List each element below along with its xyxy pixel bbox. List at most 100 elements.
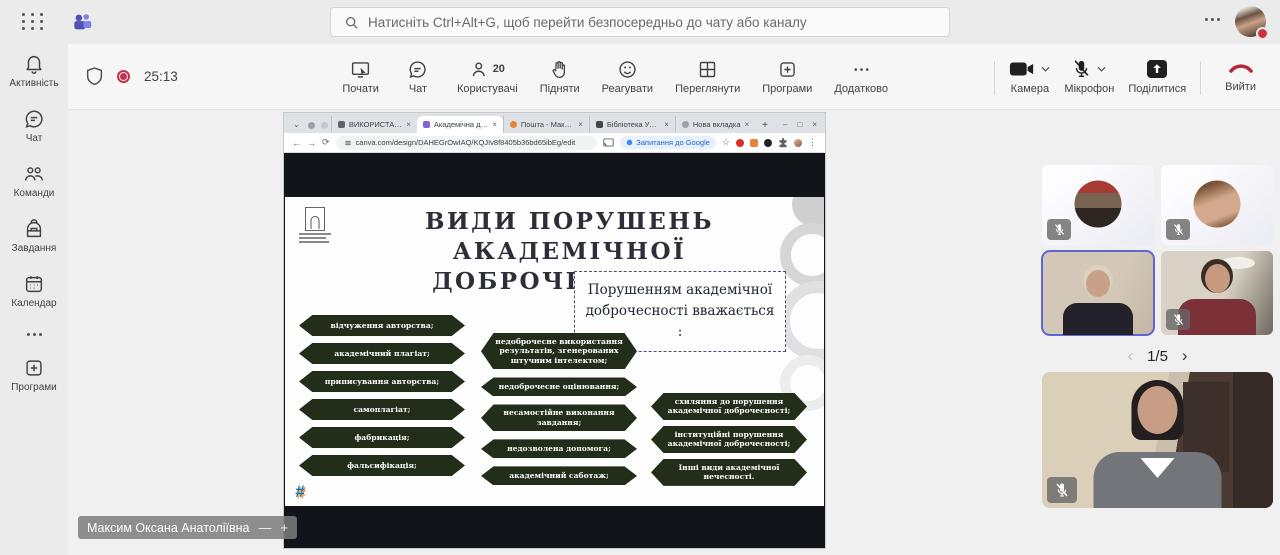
tab-close-icon[interactable]: × [745, 120, 750, 129]
window-minimize-button[interactable]: – [783, 120, 787, 129]
browser-icon-tab[interactable] [318, 117, 331, 133]
browser-profile-avatar[interactable] [794, 139, 802, 147]
participant-tile-speaking[interactable] [1042, 251, 1154, 335]
sidebar-item-activity[interactable]: Активність [0, 44, 68, 99]
browser-url-bar: ← → ⟳ canva.com/design/DAHEGrOwIAQ/KQJIv… [284, 133, 825, 153]
divider [994, 61, 995, 95]
pagination-prev-icon[interactable]: ‹ [1127, 346, 1133, 366]
participant-tile-avatar-2[interactable] [1161, 165, 1273, 245]
apps-button[interactable]: Програми [762, 59, 812, 95]
bookmark-star-icon[interactable]: ☆ [722, 137, 730, 148]
address-input[interactable]: canva.com/design/DAHEGrOwIAQ/KQJIv8f8405… [336, 136, 598, 150]
participants-button[interactable]: 20 Користувачі [457, 59, 518, 95]
topbar-more-icon[interactable] [1205, 18, 1220, 21]
browser-tab[interactable]: ВИКОРИСТАННЯ × [331, 116, 417, 133]
participants-count-badge: 20 [493, 63, 505, 75]
sidebar-item-apps[interactable]: Програми [0, 348, 68, 403]
raise-hand-button[interactable]: Підняти [540, 59, 580, 95]
user-avatar[interactable] [1235, 6, 1266, 37]
sidebar-item-chat[interactable]: Чат [0, 99, 68, 154]
participant-tile-large[interactable] [1042, 372, 1273, 508]
tab-title: Нова вкладка [693, 120, 741, 129]
extension-icon-red[interactable] [736, 139, 744, 147]
person-icon [470, 59, 491, 80]
start-presenting-button[interactable]: Почати [342, 59, 379, 95]
presentation-slide: ВИДИ ПОРУШЕНЬ АКАДЕМІЧНОЇ ДОБРОЧЕСНОСТІ … [285, 197, 824, 506]
button-label: Вийти [1225, 81, 1256, 93]
violation-banner: недозволена допомога; [481, 439, 637, 458]
tab-title: Пошта - Максим О [521, 120, 574, 129]
presence-busy-badge [1256, 27, 1269, 40]
pagination-next-icon[interactable]: › [1182, 346, 1188, 366]
sidebar-item-label: Програми [11, 382, 57, 393]
extension-icon-dark[interactable] [764, 139, 772, 147]
more-options-button[interactable]: Додатково [834, 59, 888, 95]
tab-close-icon[interactable]: × [578, 120, 583, 129]
browser-menu-icon[interactable]: ⋮ [808, 137, 817, 148]
tab-close-icon[interactable]: × [664, 120, 669, 129]
browser-tab[interactable]: Нова вкладка × [675, 116, 755, 133]
violation-banner: недоброчесне оцінювання; [481, 377, 637, 396]
screen-share-icon [350, 59, 371, 80]
site-settings-icon[interactable] [344, 139, 352, 147]
zoom-in-button[interactable]: + [281, 520, 289, 535]
share-button[interactable]: Поділитися [1128, 58, 1186, 95]
teams-logo-icon[interactable] [72, 11, 94, 33]
sidebar-item-calendar[interactable]: Календар [0, 264, 68, 319]
extension-icon-orange[interactable] [750, 139, 758, 147]
camera-icon [1009, 60, 1035, 78]
tab-favicon [596, 121, 603, 128]
tab-title: Бібліотека Універс [607, 120, 660, 129]
chevron-down-icon[interactable] [1041, 66, 1050, 72]
view-button[interactable]: Переглянути [675, 59, 740, 95]
browser-tab-active[interactable]: Академічна добро × [417, 116, 503, 133]
ellipsis-icon [851, 59, 872, 80]
violation-banner: академічний плагіат; [299, 343, 465, 364]
back-button[interactable]: ← [292, 138, 301, 148]
mic-muted-icon [1172, 313, 1185, 326]
cast-icon[interactable] [603, 138, 614, 147]
zoom-out-button[interactable]: — [259, 520, 272, 535]
search-input[interactable]: Натисніть Ctrl+Alt+G, щоб перейти безпос… [330, 7, 950, 37]
collar [1141, 458, 1175, 478]
violation-banner: Інші види академічної нечесності. [651, 459, 807, 486]
tab-close-icon[interactable]: × [406, 120, 411, 129]
tab-search-chevron-icon[interactable]: ⌄ [288, 120, 305, 133]
participant-tile-video-2[interactable] [1161, 251, 1273, 335]
sidebar-more-icon[interactable] [0, 319, 68, 348]
meeting-actions-group: Почати Чат 20 Користувачі Підняти Реагув… [342, 59, 888, 95]
google-qa-chip[interactable]: Запитання до Google [620, 136, 716, 149]
chat-bubble-icon [23, 108, 45, 130]
forward-button[interactable]: → [307, 138, 316, 148]
microphone-button[interactable]: Мікрофон [1064, 58, 1114, 95]
app-launcher-waffle-icon[interactable] [22, 13, 46, 31]
button-label: Програми [762, 83, 812, 95]
window-close-button[interactable]: × [812, 120, 817, 129]
browser-icon-tab[interactable] [305, 117, 318, 133]
mic-muted-badge [1166, 309, 1190, 330]
search-icon [345, 16, 358, 29]
reload-button[interactable]: ⟳ [322, 137, 330, 148]
camera-button[interactable]: Камера [1009, 58, 1050, 95]
participants-pagination: ‹ 1/5 › [1042, 346, 1273, 366]
slide-column-1: відчуження авторства; академічний плагіа… [299, 315, 465, 476]
raised-hand-icon [549, 59, 570, 80]
leave-button[interactable]: Вийти [1215, 58, 1266, 93]
tab-close-icon[interactable]: × [492, 120, 497, 129]
slide-footer-logo: # [295, 482, 304, 502]
mic-muted-icon [1072, 59, 1091, 79]
meeting-chat-button[interactable]: Чат [401, 59, 435, 95]
react-button[interactable]: Реагувати [602, 59, 653, 95]
window-maximize-button[interactable]: □ [797, 120, 802, 129]
calendar-icon [23, 273, 45, 295]
sidebar-item-assignments[interactable]: Завдання [0, 209, 68, 264]
browser-tab[interactable]: Бібліотека Універс × [589, 116, 675, 133]
participant-tile-avatar-1[interactable] [1042, 165, 1154, 245]
search-placeholder: Натисніть Ctrl+Alt+G, щоб перейти безпос… [368, 15, 807, 30]
mic-muted-badge [1047, 219, 1071, 240]
browser-tab[interactable]: Пошта - Максим О × [503, 116, 589, 133]
extensions-puzzle-icon[interactable] [778, 138, 788, 148]
chevron-down-icon[interactable] [1097, 66, 1106, 72]
new-tab-button[interactable]: + [755, 120, 775, 133]
sidebar-item-teams[interactable]: Команди [0, 154, 68, 209]
